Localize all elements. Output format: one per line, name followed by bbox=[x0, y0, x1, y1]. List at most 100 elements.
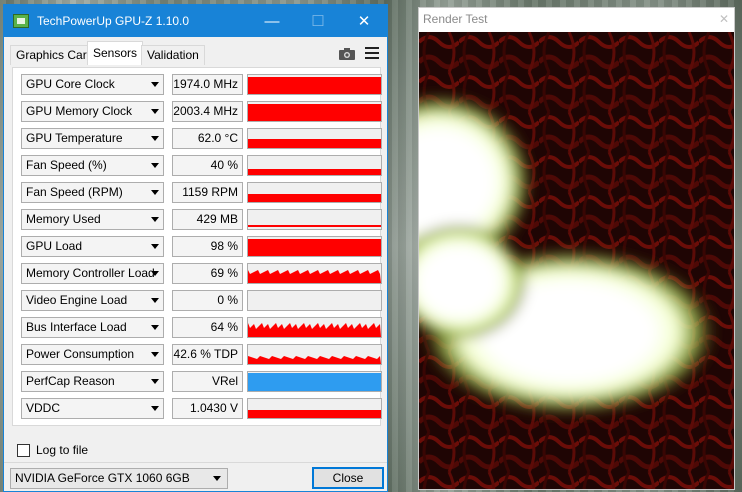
sensor-row: Power Consumption 42.6 % TDP bbox=[21, 344, 382, 365]
close-button[interactable]: Close bbox=[312, 467, 384, 489]
gpuz-app-icon bbox=[13, 14, 29, 28]
sensor-row: GPU Core Clock 1974.0 MHz bbox=[21, 74, 382, 95]
maximize-button[interactable]: ☐ bbox=[295, 5, 341, 37]
tab-bar: Graphics Card Sensors Validation bbox=[10, 41, 383, 65]
sensor-graph bbox=[247, 128, 382, 149]
chevron-down-icon bbox=[151, 82, 159, 87]
sensor-value: 1974.0 MHz bbox=[172, 74, 243, 95]
sensor-name-label: Bus Interface Load bbox=[26, 320, 127, 334]
render-test-title: Render Test bbox=[423, 12, 488, 26]
sensor-graph bbox=[247, 263, 382, 284]
sensor-graph bbox=[247, 74, 382, 95]
sensor-name-dropdown[interactable]: Memory Used bbox=[21, 209, 164, 230]
sensor-name-dropdown[interactable]: GPU Temperature bbox=[21, 128, 164, 149]
sensor-value: 40 % bbox=[172, 155, 243, 176]
sensor-name-dropdown[interactable]: Video Engine Load bbox=[21, 290, 164, 311]
sensor-graph bbox=[247, 236, 382, 257]
render-test-window: Render Test ✕ bbox=[418, 7, 735, 490]
sensor-name-label: VDDC bbox=[26, 401, 61, 415]
sensor-name-dropdown[interactable]: Fan Speed (RPM) bbox=[21, 182, 164, 203]
chevron-down-icon bbox=[151, 190, 159, 195]
sensor-name-label: Video Engine Load bbox=[26, 293, 128, 307]
sensor-name-dropdown[interactable]: Bus Interface Load bbox=[21, 317, 164, 338]
screenshot-camera-icon[interactable] bbox=[339, 48, 355, 60]
sensor-name-label: Memory Used bbox=[26, 212, 101, 226]
chevron-down-icon bbox=[151, 298, 159, 303]
sensor-name-dropdown[interactable]: Memory Controller Load bbox=[21, 263, 164, 284]
sensor-row: PerfCap Reason VRel bbox=[21, 371, 382, 392]
tab-graphics-card[interactable]: Graphics Card bbox=[10, 45, 100, 65]
sensor-name-dropdown[interactable]: Power Consumption bbox=[21, 344, 164, 365]
chevron-down-icon bbox=[151, 271, 159, 276]
chevron-down-icon bbox=[151, 325, 159, 330]
sensor-name-label: Power Consumption bbox=[26, 347, 135, 361]
sensor-row: Memory Controller Load 69 % bbox=[21, 263, 382, 284]
sensor-name-dropdown[interactable]: VDDC bbox=[21, 398, 164, 419]
chevron-down-icon bbox=[151, 163, 159, 168]
sensor-name-label: GPU Load bbox=[26, 239, 83, 253]
gpu-select-value: NVIDIA GeForce GTX 1060 6GB bbox=[15, 471, 190, 485]
sensor-name-label: Fan Speed (RPM) bbox=[26, 185, 123, 199]
render-test-titlebar[interactable]: Render Test ✕ bbox=[419, 8, 734, 32]
chevron-down-icon bbox=[151, 406, 159, 411]
sensor-name-dropdown[interactable]: GPU Load bbox=[21, 236, 164, 257]
sensor-graph bbox=[247, 317, 382, 338]
sensor-name-label: GPU Temperature bbox=[26, 131, 123, 145]
sensor-name-dropdown[interactable]: PerfCap Reason bbox=[21, 371, 164, 392]
close-window-button[interactable]: ✕ bbox=[341, 5, 387, 37]
tab-validation[interactable]: Validation bbox=[141, 45, 205, 65]
hamburger-menu-icon[interactable] bbox=[365, 47, 379, 59]
chevron-down-icon bbox=[151, 136, 159, 141]
render-canvas bbox=[419, 32, 734, 489]
sensor-name-label: GPU Memory Clock bbox=[26, 104, 133, 118]
sensor-value: 1.0430 V bbox=[172, 398, 243, 419]
sensor-name-dropdown[interactable]: GPU Memory Clock bbox=[21, 101, 164, 122]
sensor-name-dropdown[interactable]: Fan Speed (%) bbox=[21, 155, 164, 176]
sensor-row: Bus Interface Load 64 % bbox=[21, 317, 382, 338]
sensor-value: 2003.4 MHz bbox=[172, 101, 243, 122]
chevron-down-icon bbox=[151, 379, 159, 384]
chevron-down-icon bbox=[151, 352, 159, 357]
log-to-file-label: Log to file bbox=[36, 443, 89, 457]
sensor-value: 1159 RPM bbox=[172, 182, 243, 203]
gpu-select-dropdown[interactable]: NVIDIA GeForce GTX 1060 6GB bbox=[10, 468, 228, 489]
tab-sensors[interactable]: Sensors bbox=[87, 41, 144, 65]
sensor-value: 429 MB bbox=[172, 209, 243, 230]
chevron-down-icon bbox=[151, 244, 159, 249]
gpuz-titlebar[interactable]: TechPowerUp GPU-Z 1.10.0 — ☐ ✕ bbox=[4, 5, 387, 37]
sensor-value: 69 % bbox=[172, 263, 243, 284]
log-to-file-option[interactable]: Log to file bbox=[17, 443, 88, 457]
sensor-row: Video Engine Load 0 % bbox=[21, 290, 382, 311]
chevron-down-icon bbox=[151, 109, 159, 114]
sensor-row: GPU Load 98 % bbox=[21, 236, 382, 257]
sensor-graph bbox=[247, 182, 382, 203]
sensor-row: VDDC 1.0430 V bbox=[21, 398, 382, 419]
sensor-value: VRel bbox=[172, 371, 243, 392]
sensor-graph bbox=[247, 371, 382, 392]
chevron-down-icon bbox=[213, 476, 221, 481]
chevron-down-icon bbox=[151, 217, 159, 222]
sensor-row: Fan Speed (%) 40 % bbox=[21, 155, 382, 176]
sensor-value: 42.6 % TDP bbox=[172, 344, 243, 365]
sensor-graph bbox=[247, 101, 382, 122]
sensors-panel: GPU Core Clock 1974.0 MHz GPU Memory Clock… bbox=[12, 67, 382, 426]
sensor-graph bbox=[247, 398, 382, 419]
sensor-value: 98 % bbox=[172, 236, 243, 257]
sensor-value: 64 % bbox=[172, 317, 243, 338]
sensor-name-dropdown[interactable]: GPU Core Clock bbox=[21, 74, 164, 95]
sensor-graph bbox=[247, 344, 382, 365]
sensor-graph bbox=[247, 155, 382, 176]
sensor-name-label: Fan Speed (%) bbox=[26, 158, 107, 172]
sensor-value: 0 % bbox=[172, 290, 243, 311]
log-to-file-checkbox[interactable] bbox=[17, 443, 30, 457]
sensor-graph bbox=[247, 209, 382, 230]
sensor-graph bbox=[247, 290, 382, 311]
sensor-row: Memory Used 429 MB bbox=[21, 209, 382, 230]
sensor-value: 62.0 °C bbox=[172, 128, 243, 149]
gpuz-window: TechPowerUp GPU-Z 1.10.0 — ☐ ✕ Graphics … bbox=[3, 4, 388, 492]
close-icon[interactable]: ✕ bbox=[714, 8, 734, 30]
sensor-row: GPU Temperature 62.0 °C bbox=[21, 128, 382, 149]
bottom-divider bbox=[4, 462, 387, 463]
minimize-button[interactable]: — bbox=[249, 5, 295, 37]
sensor-row: Fan Speed (RPM) 1159 RPM bbox=[21, 182, 382, 203]
